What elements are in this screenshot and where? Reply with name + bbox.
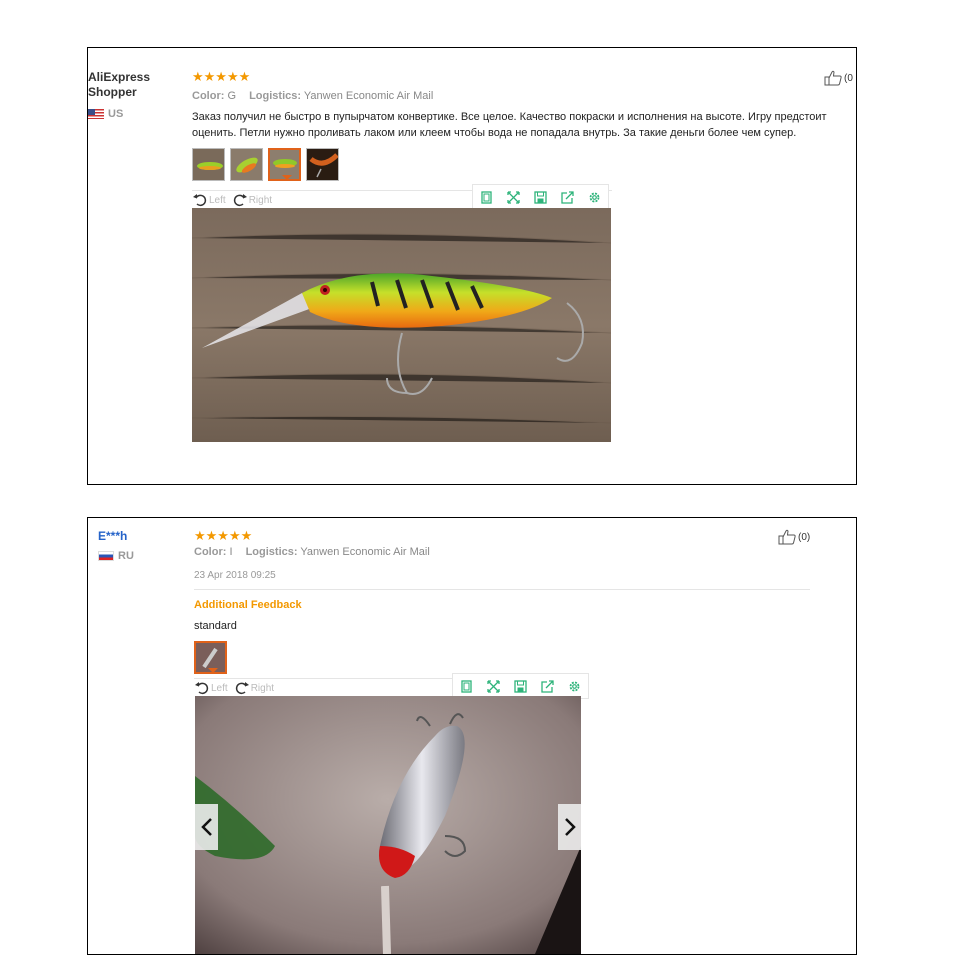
helpful-button[interactable]: (0) — [778, 529, 810, 545]
photo-thumbnail-active[interactable] — [194, 641, 227, 674]
review-card: E***h RU ★★★★★ Color: I Logistics: Yanwe… — [87, 517, 857, 955]
rotate-right-icon — [233, 194, 247, 207]
photo-thumbnail[interactable] — [306, 148, 339, 181]
review-photo-large[interactable] — [195, 696, 581, 954]
share-image-button[interactable] — [534, 674, 561, 698]
photo-thumbnail[interactable] — [230, 148, 263, 181]
rotate-left-button[interactable]: Left — [192, 192, 226, 208]
fit-screen-button[interactable] — [473, 185, 500, 209]
lure-thumbnail-image — [307, 149, 338, 180]
settings-button[interactable] — [561, 674, 588, 698]
lure-thumbnail-image — [197, 162, 223, 170]
thumbs-up-icon — [824, 70, 842, 86]
fullscreen-icon — [507, 190, 520, 204]
photo-thumbnail-active[interactable] — [268, 148, 301, 181]
save-image-button[interactable] — [527, 185, 554, 209]
reviewer-country: US — [88, 108, 123, 120]
fullscreen-button[interactable] — [480, 674, 507, 698]
rotate-right-icon — [235, 682, 249, 695]
review-text: Заказ получил не быстро в пупырчатом кон… — [192, 111, 827, 139]
save-icon — [514, 679, 527, 693]
image-tools — [472, 184, 609, 210]
fishing-lure-photo — [195, 696, 581, 954]
chevron-left-icon — [200, 818, 212, 836]
fit-screen-icon — [461, 679, 472, 693]
fit-screen-button[interactable] — [453, 674, 480, 698]
lure-thumbnail-image — [196, 643, 225, 672]
divider — [194, 589, 810, 590]
lure-thumbnail-image — [236, 157, 258, 173]
rotate-left-icon — [193, 194, 207, 207]
settings-icon — [589, 192, 600, 202]
reviewer-country: RU — [98, 550, 134, 562]
save-icon — [534, 190, 547, 204]
review-card: AliExpress Shopper US ★★★★★ Color: G Log… — [87, 47, 857, 485]
rotate-left-icon — [195, 682, 209, 695]
order-info: Color: I Logistics: Yanwen Economic Air … — [194, 546, 430, 558]
reviewer-name[interactable]: AliExpress Shopper — [88, 70, 150, 100]
rotate-left-button[interactable]: Left — [194, 680, 228, 696]
next-photo-button[interactable] — [558, 804, 581, 850]
photo-thumbnails — [194, 641, 227, 674]
star-rating: ★★★★★ — [192, 69, 251, 84]
helpful-button[interactable]: (0 — [824, 70, 853, 86]
star-rating: ★★★★★ — [194, 528, 253, 543]
share-icon — [561, 190, 574, 204]
previous-photo-button[interactable] — [195, 804, 218, 850]
fullscreen-icon — [487, 679, 500, 693]
additional-feedback-label: Additional Feedback — [194, 599, 302, 611]
order-info: Color: G Logistics: Yanwen Economic Air … — [192, 90, 434, 102]
share-image-button[interactable] — [554, 185, 581, 209]
rotate-right-button[interactable]: Right — [232, 192, 272, 208]
fit-screen-icon — [481, 190, 492, 204]
review-date: 23 Apr 2018 09:25 — [194, 570, 276, 581]
settings-button[interactable] — [581, 185, 608, 209]
lure-thumbnail-image — [273, 159, 297, 168]
thumbs-up-icon — [778, 529, 796, 545]
reviewer-name[interactable]: E***h — [98, 529, 127, 544]
chevron-right-icon — [564, 818, 576, 836]
fullscreen-button[interactable] — [500, 185, 527, 209]
ru-flag-icon — [98, 551, 114, 561]
rotate-right-button[interactable]: Right — [234, 680, 274, 696]
fishing-lure-photo — [192, 208, 611, 442]
save-image-button[interactable] — [507, 674, 534, 698]
settings-icon — [569, 681, 580, 691]
share-icon — [541, 679, 554, 693]
photo-thumbnails — [192, 148, 339, 181]
us-flag-icon — [88, 109, 104, 119]
photo-thumbnail[interactable] — [192, 148, 225, 181]
review-photo-large[interactable] — [192, 208, 611, 442]
additional-feedback-text: standard — [194, 620, 237, 632]
